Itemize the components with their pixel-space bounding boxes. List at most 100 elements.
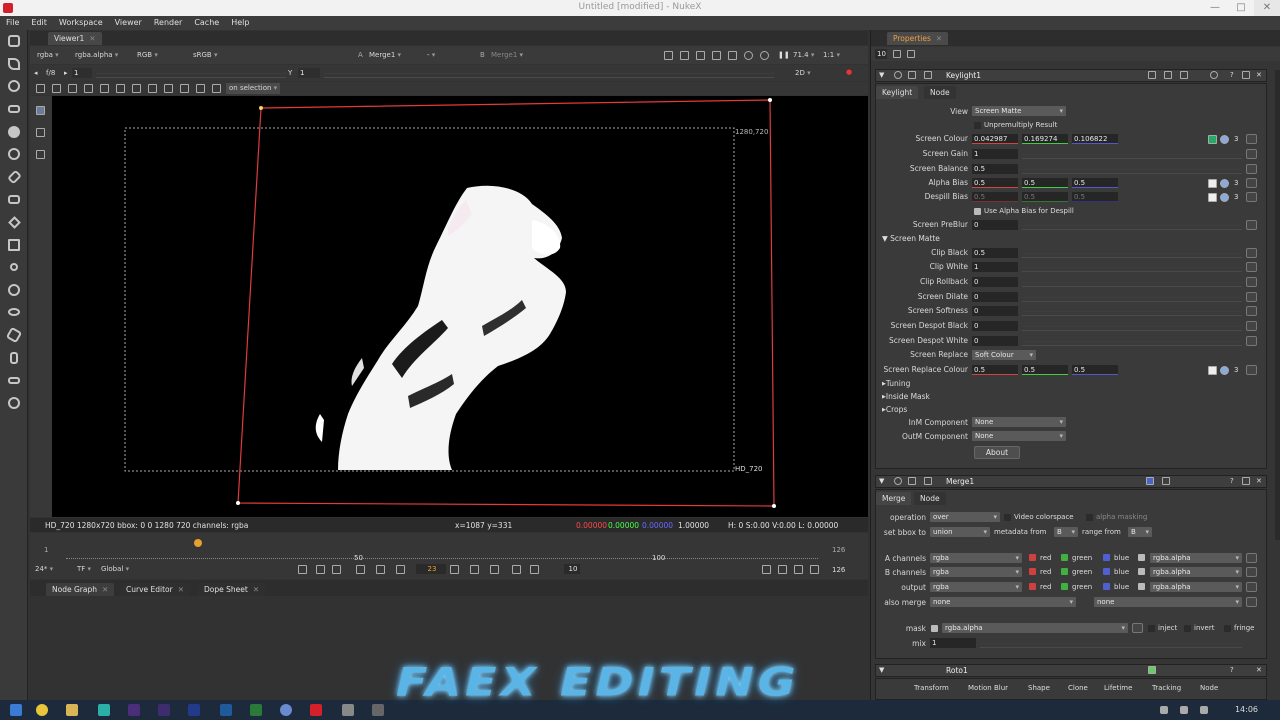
- screen-replace-dropdown[interactable]: Soft Colour: [972, 350, 1036, 360]
- lines-icon[interactable]: [728, 51, 737, 60]
- fps-dropdown[interactable]: 24*: [32, 564, 56, 575]
- screen-colour-b[interactable]: 0.106822: [1072, 134, 1118, 144]
- animation-icon[interactable]: [1246, 365, 1257, 375]
- b-green-checkbox[interactable]: [1061, 568, 1068, 575]
- animation-icon[interactable]: [1246, 164, 1257, 174]
- tracker-icon[interactable]: [196, 84, 205, 93]
- transform-tool-icon[interactable]: [0, 211, 28, 234]
- animation-icon[interactable]: [1246, 178, 1257, 188]
- settings-icon[interactable]: [924, 477, 932, 485]
- roto-point[interactable]: [772, 504, 776, 508]
- a-alpha-dropdown[interactable]: rgba.alpha: [1150, 553, 1242, 563]
- about-button[interactable]: About: [974, 446, 1020, 459]
- out-alpha-dropdown[interactable]: rgba.alpha: [1150, 582, 1242, 592]
- lock-icon[interactable]: [893, 50, 901, 58]
- b-alpha-dropdown[interactable]: rgba.alpha: [1150, 567, 1242, 577]
- color-wheel-icon[interactable]: [1220, 193, 1229, 202]
- zoom-value[interactable]: 71.4: [790, 50, 817, 61]
- also-merge-dropdown-2[interactable]: none: [1094, 597, 1242, 607]
- minus-icon[interactable]: [1246, 597, 1257, 607]
- overlay-icon[interactable]: [212, 84, 221, 93]
- minus-icon[interactable]: [1132, 623, 1143, 633]
- operation-dropdown[interactable]: over: [930, 512, 1000, 522]
- despill-bias-r[interactable]: 0.5: [972, 192, 1018, 202]
- screen-dilate-field[interactable]: 0: [972, 292, 1018, 302]
- range-dropdown[interactable]: Global: [98, 564, 132, 575]
- help-icon[interactable]: ?: [1230, 477, 1234, 485]
- chrome-icon[interactable]: [36, 704, 48, 716]
- b-red-checkbox[interactable]: [1029, 568, 1036, 575]
- mix-field[interactable]: 1: [930, 638, 976, 648]
- screen-colour-r[interactable]: 0.042987: [972, 134, 1018, 144]
- clip-white-slider[interactable]: [1022, 262, 1242, 272]
- screen-softness-field[interactable]: 0: [972, 306, 1018, 316]
- clip-black-slider[interactable]: [1022, 248, 1242, 258]
- volume-icon[interactable]: [1200, 706, 1208, 714]
- video-colorspace-checkbox[interactable]: [1004, 514, 1011, 521]
- close-panel-icon[interactable]: ✕: [1256, 666, 1262, 674]
- link-icon[interactable]: [52, 84, 61, 93]
- clipping-warning-icon[interactable]: [712, 51, 721, 60]
- settings-gear-icon[interactable]: [36, 84, 45, 93]
- explorer-icon[interactable]: [66, 704, 78, 716]
- close-tab-icon[interactable]: ✕: [253, 585, 259, 594]
- timeline-ruler[interactable]: [66, 543, 818, 559]
- roi-icon[interactable]: [664, 51, 673, 60]
- safe-area-icon[interactable]: [680, 51, 689, 60]
- out-point-icon[interactable]: [530, 565, 539, 574]
- clip-rollback-field[interactable]: 0: [972, 277, 1018, 287]
- render-icon[interactable]: [778, 565, 787, 574]
- output-icon[interactable]: [810, 565, 819, 574]
- despill-bias-b[interactable]: 0.5: [1072, 192, 1118, 202]
- menu-workspace[interactable]: Workspace: [53, 16, 109, 30]
- mix-slider[interactable]: [980, 638, 1242, 648]
- composite-dropdown[interactable]: -: [424, 50, 472, 61]
- range-dropdown[interactable]: B: [1128, 527, 1152, 537]
- ripple-icon[interactable]: [164, 84, 173, 93]
- collapse-icon[interactable]: ▼: [879, 71, 884, 79]
- screen-preblur-field[interactable]: 0: [972, 220, 1018, 230]
- other-tool-icon[interactable]: [0, 369, 28, 392]
- misc-app-icon[interactable]: [342, 704, 354, 716]
- alpha-dropdown[interactable]: rgba.alpha: [72, 50, 121, 61]
- keylight-node-name[interactable]: Keylight1: [946, 71, 981, 80]
- node-tile-color-icon[interactable]: [1148, 666, 1156, 674]
- next-frame-icon[interactable]: [470, 565, 479, 574]
- color-swatch-icon[interactable]: [1208, 193, 1217, 202]
- a-red-checkbox[interactable]: [1029, 554, 1036, 561]
- minimize-icon[interactable]: —: [1202, 0, 1228, 16]
- screen-preblur-slider[interactable]: [1022, 220, 1242, 230]
- a-channels-dropdown[interactable]: rgba: [930, 553, 1022, 563]
- tab-tracking[interactable]: Tracking: [1152, 684, 1181, 692]
- node-color-icon[interactable]: [894, 477, 902, 485]
- roto-point[interactable]: [768, 98, 772, 102]
- alpha-bias-b[interactable]: 0.5: [1072, 178, 1118, 188]
- menu-file[interactable]: File: [0, 16, 25, 30]
- time-tool-icon[interactable]: [0, 75, 28, 98]
- replace-colour-r[interactable]: 0.5: [972, 365, 1018, 375]
- close-tab-icon[interactable]: ✕: [936, 34, 942, 43]
- a-blue-checkbox[interactable]: [1103, 554, 1110, 561]
- tab-lifetime[interactable]: Lifetime: [1104, 684, 1132, 692]
- b-input-dropdown[interactable]: Merge1: [488, 50, 526, 61]
- play-backward-icon[interactable]: [396, 565, 405, 574]
- unpremult-checkbox[interactable]: [974, 122, 981, 129]
- out-alpha-checkbox[interactable]: [1138, 583, 1145, 590]
- tab-properties[interactable]: Properties ✕: [887, 32, 949, 45]
- view-mode-dropdown[interactable]: 2D: [792, 68, 814, 79]
- channel-tool-icon[interactable]: [0, 98, 28, 121]
- refresh-icon[interactable]: [1210, 71, 1218, 79]
- help-icon[interactable]: ?: [1230, 71, 1234, 79]
- screen-softness-slider[interactable]: [1022, 306, 1242, 316]
- misc-app-icon-2[interactable]: [372, 704, 384, 716]
- out-blue-checkbox[interactable]: [1103, 583, 1110, 590]
- despot-black-field[interactable]: 0: [972, 321, 1018, 331]
- points-tool-icon[interactable]: [36, 128, 45, 137]
- replace-colour-g[interactable]: 0.5: [1022, 365, 1068, 375]
- menu-render[interactable]: Render: [148, 16, 188, 30]
- crops-group[interactable]: Crops: [882, 405, 907, 414]
- inm-component-dropdown[interactable]: None: [972, 417, 1066, 427]
- bbox-dropdown[interactable]: union: [930, 527, 990, 537]
- output-dropdown[interactable]: rgba: [930, 582, 1022, 592]
- transform-icon[interactable]: [84, 84, 93, 93]
